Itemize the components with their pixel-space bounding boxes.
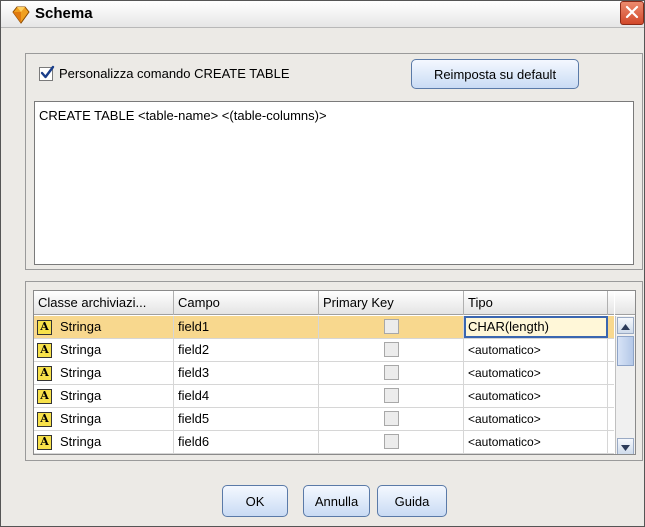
string-type-icon: A: [37, 319, 52, 335]
type-cell[interactable]: <automatico>: [464, 385, 608, 407]
table-row[interactable]: A Stringa field1 CHAR(length): [34, 316, 614, 339]
primary-key-checkbox[interactable]: [383, 388, 399, 403]
cancel-button[interactable]: Annulla: [303, 485, 370, 517]
storage-cell: Stringa: [60, 388, 102, 403]
table-header: Classe archiviazi... Campo Primary Key T…: [34, 291, 614, 315]
field-cell: field5: [174, 408, 319, 430]
close-icon: [625, 5, 639, 22]
type-cell[interactable]: <automatico>: [464, 339, 608, 361]
columns-group: Classe archiviazi... Campo Primary Key T…: [25, 281, 643, 461]
storage-cell: Stringa: [60, 342, 102, 357]
table-row[interactable]: A Stringa field4 <automatico>: [34, 385, 614, 408]
primary-key-checkbox[interactable]: [383, 434, 399, 449]
schema-table: Classe archiviazi... Campo Primary Key T…: [33, 290, 636, 455]
column-header-primary-key[interactable]: Primary Key: [319, 291, 464, 315]
field-cell: field6: [174, 431, 319, 453]
storage-cell: Stringa: [60, 319, 102, 334]
type-cell[interactable]: <automatico>: [464, 408, 608, 430]
type-cell[interactable]: <automatico>: [464, 431, 608, 453]
close-button[interactable]: [620, 1, 644, 25]
scroll-down-button[interactable]: [617, 438, 634, 454]
create-table-group: Personalizza comando CREATE TABLE Reimpo…: [25, 53, 643, 270]
type-cell[interactable]: <automatico>: [464, 362, 608, 384]
field-cell: field4: [174, 385, 319, 407]
primary-key-checkbox[interactable]: [383, 342, 399, 357]
column-header-storage[interactable]: Classe archiviazi...: [34, 291, 174, 315]
field-cell: field3: [174, 362, 319, 384]
reset-default-button[interactable]: Reimposta su default: [411, 59, 579, 89]
schema-dialog: Schema Personalizza comando CREATE TABLE…: [0, 0, 645, 527]
field-cell: field2: [174, 339, 319, 361]
string-type-icon: A: [37, 342, 52, 358]
scroll-thumb[interactable]: [617, 336, 634, 366]
string-type-icon: A: [37, 434, 52, 450]
chevron-up-icon: [621, 318, 630, 333]
field-cell: field1: [174, 316, 319, 338]
table-row[interactable]: A Stringa field6 <automatico>: [34, 431, 614, 454]
column-header-field[interactable]: Campo: [174, 291, 319, 315]
dialog-title: Schema: [35, 5, 93, 22]
custom-create-table-label: Personalizza comando CREATE TABLE: [59, 66, 290, 81]
storage-cell: Stringa: [60, 365, 102, 380]
column-header-type[interactable]: Tipo: [464, 291, 608, 315]
header-corner: [615, 291, 635, 315]
chevron-down-icon: [621, 439, 630, 454]
storage-cell: Stringa: [60, 411, 102, 426]
title-bar[interactable]: Schema: [1, 1, 644, 28]
create-table-command-input[interactable]: CREATE TABLE <table-name> <(table-column…: [34, 101, 634, 265]
table-vertical-scrollbar[interactable]: [615, 316, 635, 454]
string-type-icon: A: [37, 411, 52, 427]
scroll-up-button[interactable]: [617, 317, 634, 334]
table-row[interactable]: A Stringa field2 <automatico>: [34, 339, 614, 362]
table-body: A Stringa field1 CHAR(length) A Stringa fi…: [34, 316, 614, 454]
string-type-icon: A: [37, 388, 52, 404]
primary-key-checkbox[interactable]: [383, 319, 399, 334]
table-row[interactable]: A Stringa field3 <automatico>: [34, 362, 614, 385]
primary-key-checkbox[interactable]: [383, 411, 399, 426]
ok-button[interactable]: OK: [222, 485, 288, 517]
help-button[interactable]: Guida: [377, 485, 447, 517]
storage-cell: Stringa: [60, 434, 102, 449]
custom-create-table-option[interactable]: Personalizza comando CREATE TABLE: [39, 65, 290, 81]
checkmark-icon: [40, 65, 55, 78]
custom-create-table-checkbox[interactable]: [39, 65, 55, 81]
table-row[interactable]: A Stringa field5 <automatico>: [34, 408, 614, 431]
primary-key-checkbox[interactable]: [383, 365, 399, 380]
string-type-icon: A: [37, 365, 52, 381]
type-cell[interactable]: CHAR(length): [464, 316, 608, 338]
diamond-node-icon: [11, 6, 31, 24]
